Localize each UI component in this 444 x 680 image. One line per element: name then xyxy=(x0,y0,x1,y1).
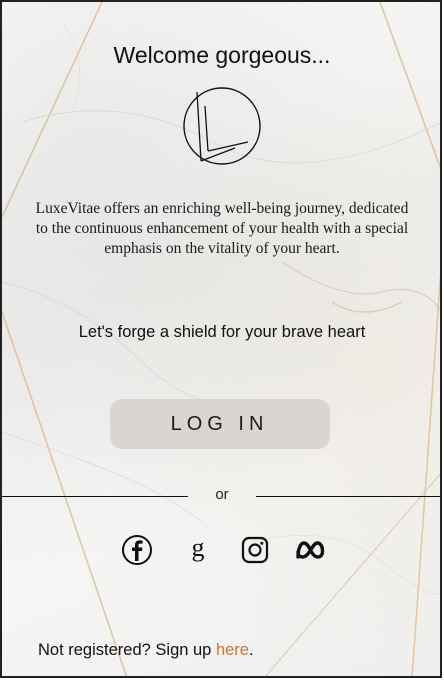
signup-prompt: Not registered? Sign up here. xyxy=(38,641,254,660)
luxevitae-logo xyxy=(183,87,261,165)
divider-right xyxy=(256,496,440,497)
welcome-heading: Welcome gorgeous... xyxy=(113,42,331,68)
tagline-text: Let's forge a shield for your brave hear… xyxy=(78,323,366,341)
meta-icon[interactable] xyxy=(293,534,327,566)
signup-period: . xyxy=(248,641,254,659)
login-button[interactable]: LOG IN xyxy=(110,399,330,449)
divider-or-label: or xyxy=(215,486,229,503)
signup-link[interactable]: here xyxy=(216,641,249,659)
google-glyph: g xyxy=(191,533,205,562)
google-icon[interactable]: g xyxy=(182,534,214,566)
description-text: LuxeVitae offers an enriching well-being… xyxy=(35,200,409,257)
instagram-icon[interactable] xyxy=(239,534,271,566)
divider-left xyxy=(2,496,188,497)
facebook-icon[interactable] xyxy=(121,534,153,566)
login-screen: Welcome gorgeous... LuxeVitae offers an … xyxy=(0,0,442,678)
signup-text: Not registered? Sign up xyxy=(38,641,216,659)
